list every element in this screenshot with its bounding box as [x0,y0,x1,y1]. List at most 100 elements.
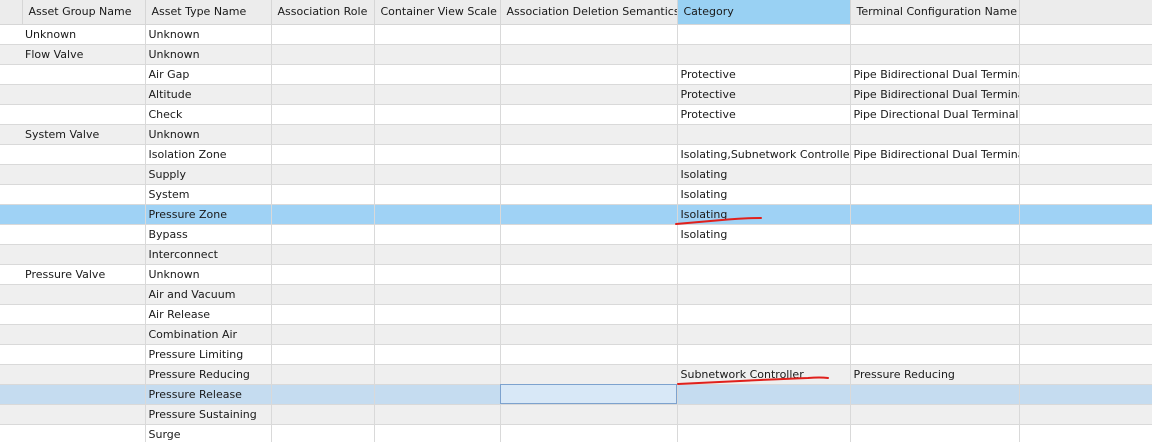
cell-asset-type-name[interactable]: Pressure Limiting [145,344,272,365]
cell-terminal-configuration-name[interactable] [850,44,1020,65]
cell-terminal-configuration-name[interactable] [850,244,1020,265]
row-header[interactable] [0,284,22,305]
cell-terminal-configuration-name[interactable] [850,344,1020,365]
column-header-container-view-scale[interactable]: Container View Scale [374,0,501,25]
cell-association-deletion-semantics[interactable] [500,164,678,185]
cell-association-role[interactable] [271,184,375,205]
cell-container-view-scale[interactable] [374,344,501,365]
cell-association-deletion-semantics[interactable] [500,44,678,65]
cell-category[interactable] [677,24,851,45]
cell-asset-group-name[interactable]: System Valve [22,124,146,145]
table-row[interactable]: Air and Vacuum [0,284,1152,305]
row-header[interactable] [0,364,22,385]
cell-association-deletion-semantics[interactable] [500,84,678,105]
cell-category[interactable] [677,324,851,345]
column-header-asset-type-name[interactable]: Asset Type Name [145,0,272,25]
cell-asset-group-name[interactable] [22,424,146,442]
cell-container-view-scale[interactable] [374,144,501,165]
cell-association-role[interactable] [271,304,375,325]
cell-asset-type-name[interactable]: Unknown [145,124,272,145]
cell-association-role[interactable] [271,424,375,442]
cell-association-role[interactable] [271,324,375,345]
cell-asset-group-name[interactable] [22,84,146,105]
cell-association-role[interactable] [271,284,375,305]
row-header[interactable] [0,244,22,265]
table-row[interactable]: Supply Isolating [0,164,1152,185]
row-header[interactable] [0,144,22,165]
cell-container-view-scale[interactable] [374,24,501,45]
cell-category[interactable]: Isolating,Subnetwork Controller [677,144,851,165]
cell-asset-type-name[interactable]: Unknown [145,44,272,65]
row-header-corner[interactable] [0,0,23,25]
table-row[interactable]: Bypass Isolating [0,224,1152,245]
cell-container-view-scale[interactable] [374,224,501,245]
cell-asset-group-name[interactable] [22,164,146,185]
cell-asset-type-name[interactable]: Air and Vacuum [145,284,272,305]
table-row[interactable]: Flow Valve Unknown [0,44,1152,65]
row-header[interactable] [0,224,22,245]
row-header[interactable] [0,404,22,425]
cell-association-role[interactable] [271,224,375,245]
table-row[interactable]: Pressure Release [0,384,1152,405]
cell-category[interactable] [677,44,851,65]
row-header[interactable] [0,64,22,85]
cell-terminal-configuration-name[interactable] [850,384,1020,405]
cell-asset-type-name[interactable]: Altitude [145,84,272,105]
table-row[interactable]: Interconnect [0,244,1152,265]
table-row[interactable]: Check Protective Pipe Directional Dual Ter… [0,104,1152,125]
column-header-terminal-configuration-name[interactable]: Terminal Configuration Name [850,0,1020,25]
cell-container-view-scale[interactable] [374,204,501,225]
cell-asset-group-name[interactable] [22,224,146,245]
cell-association-deletion-semantics[interactable] [500,424,678,442]
cell-asset-group-name[interactable] [22,364,146,385]
cell-container-view-scale[interactable] [374,64,501,85]
table-row[interactable]: System Isolating [0,184,1152,205]
cell-category[interactable]: Protective [677,84,851,105]
cell-association-deletion-semantics[interactable] [500,124,678,145]
cell-category[interactable] [677,244,851,265]
cell-association-deletion-semantics[interactable] [500,184,678,205]
cell-asset-group-name[interactable] [22,404,146,425]
row-header[interactable] [0,84,22,105]
cell-association-role[interactable] [271,204,375,225]
cell-association-role[interactable] [271,244,375,265]
cell-asset-group-name[interactable] [22,184,146,205]
cell-category[interactable]: Isolating [677,204,851,225]
cell-asset-type-name[interactable]: Air Gap [145,64,272,85]
cell-asset-type-name[interactable]: Unknown [145,24,272,45]
cell-container-view-scale[interactable] [374,184,501,205]
cell-terminal-configuration-name[interactable] [850,404,1020,425]
cell-category[interactable] [677,404,851,425]
cell-container-view-scale[interactable] [374,164,501,185]
row-header[interactable] [0,304,22,325]
cell-association-role[interactable] [271,124,375,145]
cell-asset-group-name[interactable] [22,284,146,305]
cell-terminal-configuration-name[interactable]: Pipe Bidirectional Dual Terminal [850,84,1020,105]
row-header[interactable] [0,164,22,185]
cell-asset-type-name[interactable]: Combination Air [145,324,272,345]
cell-container-view-scale[interactable] [374,244,501,265]
cell-asset-type-name[interactable]: Pressure Zone [145,204,272,225]
row-header[interactable] [0,264,22,285]
cell-category[interactable] [677,344,851,365]
cell-association-deletion-semantics[interactable] [500,324,678,345]
table-row[interactable]: Pressure Zone Isolating [0,204,1152,225]
cell-association-deletion-semantics[interactable] [500,104,678,125]
cell-association-deletion-semantics[interactable] [500,144,678,165]
cell-association-role[interactable] [271,84,375,105]
cell-container-view-scale[interactable] [374,104,501,125]
cell-asset-type-name[interactable]: Check [145,104,272,125]
cell-association-deletion-semantics[interactable] [500,64,678,85]
row-header[interactable] [0,104,22,125]
table-row[interactable]: Pressure Reducing Subnetwork Controller Pr… [0,364,1152,385]
cell-association-role[interactable] [271,104,375,125]
cell-asset-group-name[interactable] [22,324,146,345]
cell-association-deletion-semantics[interactable] [500,244,678,265]
cell-category[interactable] [677,384,851,405]
table-row[interactable]: Air Gap Protective Pipe Bidirectional Dual… [0,64,1152,85]
row-header[interactable] [0,24,22,45]
cell-association-role[interactable] [271,404,375,425]
cell-asset-type-name[interactable]: Supply [145,164,272,185]
row-header[interactable] [0,204,22,225]
cell-asset-group-name[interactable]: Unknown [22,24,146,45]
